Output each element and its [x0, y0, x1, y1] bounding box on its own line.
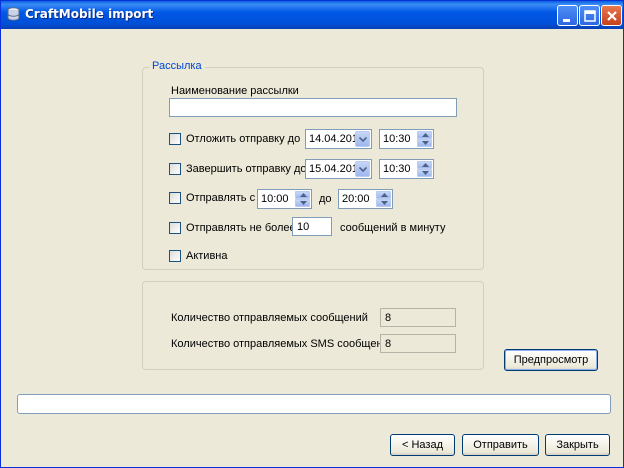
chevron-down-icon	[359, 167, 367, 172]
arrow-down-icon	[381, 201, 388, 205]
arrow-up-icon	[422, 163, 429, 167]
postpone-time-value: 10:30	[383, 133, 411, 145]
arrow-up-icon	[300, 193, 307, 197]
send-from-time-value: 10:00	[261, 193, 289, 205]
maximize-button[interactable]	[579, 5, 600, 26]
finish-date-picker[interactable]: 15.04.2010	[305, 159, 372, 179]
finish-time-spinner[interactable]: 10:30	[379, 159, 434, 179]
send-window-label: Отправлять с	[186, 192, 256, 204]
send-to-time-up[interactable]	[376, 191, 391, 199]
close-icon	[607, 11, 617, 21]
close-window-button[interactable]	[601, 5, 622, 26]
postpone-time-spinner[interactable]: 10:30	[379, 129, 434, 149]
back-button[interactable]: < Назад	[390, 434, 455, 456]
send-window-checkbox[interactable]	[169, 192, 181, 204]
finish-time-value: 10:30	[383, 163, 411, 175]
sms-count-label: Количество отправляемых SMS сообщений	[171, 338, 395, 350]
postpone-time-up[interactable]	[417, 131, 432, 139]
finish-time-up[interactable]	[417, 161, 432, 169]
arrow-down-icon	[422, 171, 429, 175]
arrow-down-icon	[300, 201, 307, 205]
mailing-name-label: Наименование рассылки	[171, 85, 299, 97]
chevron-down-icon	[359, 137, 367, 142]
maximize-icon	[584, 10, 596, 22]
rate-limit-label: Отправлять не более	[186, 222, 296, 234]
arrow-up-icon	[381, 193, 388, 197]
postpone-date-dropdown[interactable]	[355, 131, 370, 147]
rate-limit-checkbox[interactable]	[169, 222, 181, 234]
import-window: CraftMobile import Рассылка Наименование…	[0, 0, 624, 468]
send-to-time-value: 20:00	[342, 193, 370, 205]
preview-button[interactable]: Предпросмотр	[504, 349, 598, 371]
messages-count-value: 8	[380, 308, 456, 327]
send-to-time-spinner[interactable]: 20:00	[338, 189, 393, 209]
database-icon	[7, 7, 20, 21]
postpone-checkbox[interactable]	[169, 133, 181, 145]
mailing-name-input[interactable]	[169, 98, 457, 117]
rate-limit-input[interactable]: 10	[292, 217, 332, 236]
minimize-icon	[563, 19, 570, 22]
arrow-up-icon	[422, 133, 429, 137]
finish-time-down[interactable]	[417, 169, 432, 177]
finish-label: Завершить отправку до	[186, 163, 307, 175]
sms-count-value: 8	[380, 334, 456, 353]
title-bar[interactable]: CraftMobile import	[1, 1, 623, 29]
send-from-time-up[interactable]	[295, 191, 310, 199]
window-title: CraftMobile import	[25, 7, 154, 21]
postpone-date-picker[interactable]: 14.04.2010	[305, 129, 372, 149]
progress-bar	[17, 394, 611, 414]
minimize-button[interactable]	[557, 5, 578, 26]
active-label: Активна	[186, 250, 228, 262]
send-to-label: до	[319, 193, 332, 205]
send-from-time-spinner[interactable]: 10:00	[257, 189, 312, 209]
rate-limit-suffix: сообщений в минуту	[340, 222, 446, 234]
send-from-time-down[interactable]	[295, 199, 310, 207]
mailing-group-legend: Рассылка	[149, 60, 205, 72]
client-area: Рассылка Наименование рассылки Отложить …	[4, 29, 620, 465]
finish-checkbox[interactable]	[169, 163, 181, 175]
postpone-time-down[interactable]	[417, 139, 432, 147]
arrow-down-icon	[422, 141, 429, 145]
active-checkbox[interactable]	[169, 250, 181, 262]
send-button[interactable]: Отправить	[462, 434, 539, 456]
send-to-time-down[interactable]	[376, 199, 391, 207]
messages-count-label: Количество отправляемых сообщений	[171, 312, 368, 324]
postpone-label: Отложить отправку до	[186, 133, 301, 145]
close-button[interactable]: Закрыть	[545, 434, 610, 456]
finish-date-dropdown[interactable]	[355, 161, 370, 177]
